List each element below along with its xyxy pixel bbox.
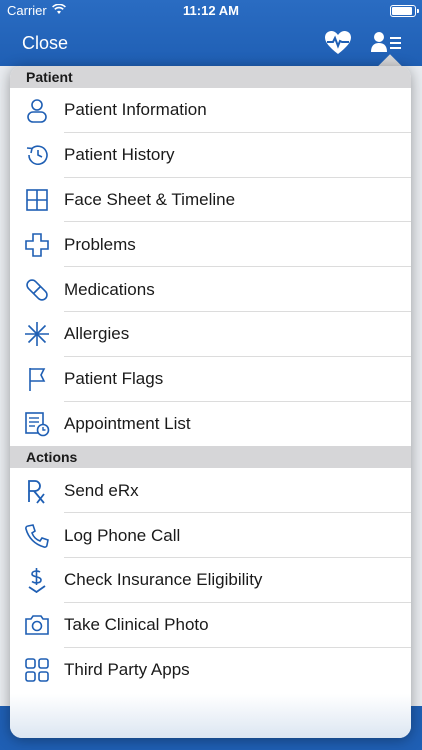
menu-item-take-clinical-photo[interactable]: Take Clinical Photo bbox=[10, 603, 411, 648]
apps-grid-icon bbox=[10, 648, 64, 692]
navigation-bar: Carrier 11:12 AM Close bbox=[0, 0, 422, 66]
menu-item-appointment-list[interactable]: Appointment List bbox=[10, 402, 411, 447]
menu-item-label: Send eRx bbox=[64, 480, 139, 500]
status-bar: Carrier 11:12 AM bbox=[0, 0, 422, 22]
menu-item-label: Appointment List bbox=[64, 413, 191, 433]
rx-icon bbox=[10, 469, 64, 513]
menu-item-label: Face Sheet & Timeline bbox=[64, 189, 236, 209]
patient-menu-popover: Patient Patient Information Patient Hist… bbox=[10, 66, 411, 738]
menu-item-medications[interactable]: Medications bbox=[10, 267, 411, 312]
menu-item-patient-history[interactable]: Patient History bbox=[10, 133, 411, 178]
heart-pulse-icon[interactable] bbox=[324, 30, 352, 56]
patient-menu-icon[interactable] bbox=[370, 30, 402, 56]
menu-item-label: Third Party Apps bbox=[64, 659, 190, 679]
medical-cross-icon bbox=[10, 223, 64, 267]
battery-icon bbox=[390, 5, 419, 17]
menu-item-label: Check Insurance Eligibility bbox=[64, 570, 263, 590]
history-icon bbox=[10, 133, 64, 177]
menu-item-label: Problems bbox=[64, 234, 136, 254]
grid-icon bbox=[10, 178, 64, 222]
menu-item-send-erx[interactable]: Send eRx bbox=[10, 468, 411, 513]
close-button[interactable]: Close bbox=[22, 33, 68, 54]
pill-icon bbox=[10, 268, 64, 312]
dollar-check-icon bbox=[10, 558, 64, 602]
menu-item-patient-information[interactable]: Patient Information bbox=[10, 88, 411, 133]
menu-item-label: Patient Flags bbox=[64, 369, 164, 389]
phone-icon bbox=[10, 514, 64, 558]
appointment-list-icon bbox=[10, 402, 64, 446]
menu-item-label: Patient Information bbox=[64, 100, 207, 120]
menu-item-allergies[interactable]: Allergies bbox=[10, 312, 411, 357]
menu-item-face-sheet-timeline[interactable]: Face Sheet & Timeline bbox=[10, 178, 411, 223]
status-time: 11:12 AM bbox=[183, 3, 239, 18]
asterisk-icon bbox=[10, 312, 64, 356]
menu-item-label: Take Clinical Photo bbox=[64, 615, 209, 635]
menu-item-check-insurance-eligibility[interactable]: Check Insurance Eligibility bbox=[10, 558, 411, 603]
menu-item-patient-flags[interactable]: Patient Flags bbox=[10, 357, 411, 402]
popover-footer bbox=[10, 694, 411, 738]
person-icon bbox=[10, 88, 64, 132]
menu-item-log-phone-call[interactable]: Log Phone Call bbox=[10, 513, 411, 558]
section-header-actions: Actions bbox=[10, 446, 411, 469]
menu-item-problems[interactable]: Problems bbox=[10, 222, 411, 267]
camera-icon bbox=[10, 603, 64, 647]
menu-item-label: Patient History bbox=[64, 145, 175, 165]
menu-item-label: Medications bbox=[64, 279, 155, 299]
flag-icon bbox=[10, 357, 64, 401]
menu-item-label: Log Phone Call bbox=[64, 525, 181, 545]
menu-item-third-party-apps[interactable]: Third Party Apps bbox=[10, 648, 411, 693]
menu-item-label: Allergies bbox=[64, 324, 130, 344]
section-header-patient: Patient bbox=[10, 66, 411, 88]
